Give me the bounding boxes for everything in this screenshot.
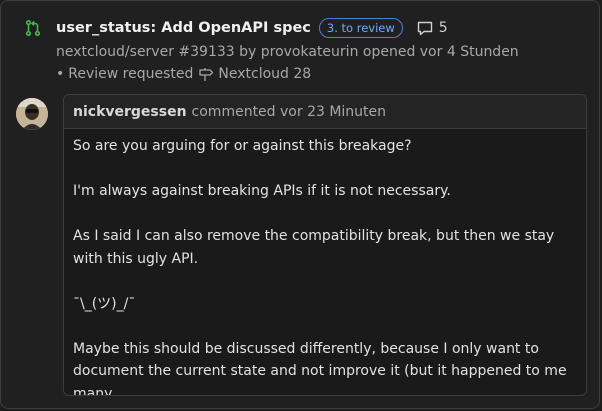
milestone-icon [199, 67, 214, 81]
comment-author[interactable]: nickvergessen [73, 104, 187, 120]
comment-paragraph: As I said I can also remove the compatib… [73, 228, 555, 267]
status-badge: 3. to review [318, 18, 403, 38]
comment-count: 5 [417, 20, 448, 36]
pull-request-icon [25, 20, 41, 36]
milestone-label[interactable]: Nextcloud 28 [218, 63, 311, 85]
comment-paragraph: ¯\_(ツ)_/¯ [73, 295, 136, 312]
pr-header: user_status: Add OpenAPI spec 3. to revi… [56, 15, 589, 85]
comment-paragraph: Maybe this should be discussed different… [73, 340, 567, 396]
comment-paragraph: I'm always against breaking APIs if it i… [73, 183, 451, 199]
notification-panel: user_status: Add OpenAPI spec 3. to revi… [0, 0, 600, 409]
avatar[interactable] [16, 98, 48, 130]
pr-meta: nextcloud/server #39133 by provokateurin… [56, 44, 519, 60]
bullet: • [56, 66, 65, 82]
comment-timestamp: commented vor 23 Minuten [191, 103, 387, 120]
review-status: • Review requested Nextcloud 28 [56, 63, 589, 85]
comment-card: nickvergessen commented vor 23 Minuten S… [63, 94, 587, 396]
comment-icon [417, 21, 432, 35]
comment-body: So are you arguing for or against this b… [64, 129, 586, 396]
pr-title[interactable]: user_status: Add OpenAPI spec [56, 20, 311, 36]
review-requested-label: Review requested [68, 66, 194, 82]
comment-header: nickvergessen commented vor 23 Minuten [64, 95, 586, 129]
avatar-image [16, 98, 48, 130]
comment-paragraph: So are you arguing for or against this b… [73, 138, 412, 154]
comment-count-value: 5 [438, 20, 448, 36]
